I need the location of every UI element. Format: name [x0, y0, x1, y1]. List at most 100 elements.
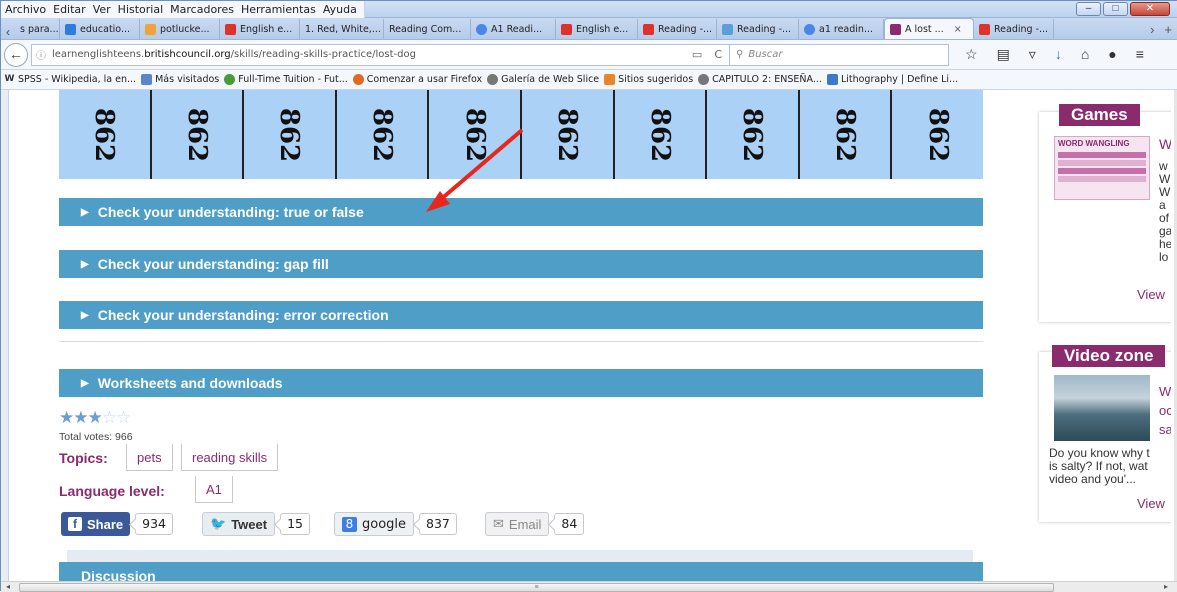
total-votes: Total votes: 966 — [59, 431, 133, 443]
download-icon[interactable]: ↓ — [1055, 46, 1062, 63]
tab-favicon-icon — [65, 23, 76, 35]
star-empty-icon[interactable]: ☆ — [116, 408, 131, 427]
tab-label: Reading Com... — [389, 23, 462, 35]
maximize-button[interactable]: □ — [1103, 2, 1128, 16]
bookmark-star-icon[interactable]: ☆ — [965, 46, 978, 63]
thumbnail-bar — [1058, 176, 1146, 182]
word-wangling-thumbnail[interactable]: WORD WANGLING — [1054, 136, 1150, 200]
video-snippet-link[interactable]: W oc sa — [1159, 382, 1171, 439]
star-icon[interactable]: ★ — [88, 408, 103, 427]
menu-ayuda[interactable]: Ayuda — [323, 3, 357, 16]
games-snippet-link[interactable]: W — [1159, 137, 1171, 151]
bookmark-mas-visitados[interactable]: Más visitados — [141, 74, 219, 85]
tab-4[interactable]: English e... — [220, 19, 300, 39]
facebook-share[interactable]: f Share 934 — [61, 512, 173, 536]
menu-icon[interactable]: ≡ — [1136, 46, 1144, 63]
tab-close-icon[interactable]: × — [954, 24, 962, 35]
scroll-right-arrow-icon[interactable]: ▸ — [1164, 582, 1168, 591]
tab-scroll-left-icon[interactable]: ‹ — [1, 25, 15, 39]
accordion-error-correction[interactable]: ▶ Check your understanding: error correct… — [59, 301, 983, 329]
tab-9[interactable]: Reading -... — [638, 19, 717, 39]
star-icon[interactable]: ★ — [73, 408, 88, 427]
topic-reading-skills[interactable]: reading skills — [181, 444, 279, 471]
globe-icon — [698, 74, 710, 85]
tab-favicon-icon — [979, 23, 990, 35]
bookmark-full-time-tuition[interactable]: Full-Time Tuition - Fut... — [224, 74, 348, 85]
tab-10[interactable]: Reading -... — [717, 19, 799, 39]
reader-view-icon[interactable]: ▭ — [692, 48, 702, 61]
menu-herramientas[interactable]: Herramientas — [241, 3, 316, 16]
menu-editar[interactable]: Editar — [53, 3, 86, 16]
star-empty-icon[interactable]: ☆ — [102, 408, 117, 427]
menu-marcadores[interactable]: Marcadores — [170, 3, 234, 16]
language-level-a1[interactable]: A1 — [195, 476, 233, 503]
bookmark-firefox[interactable]: Comenzar a usar Firefox — [352, 74, 482, 85]
bookmark-spss[interactable]: W SPSS - Wikipedia, la en... — [4, 74, 137, 85]
google-share[interactable]: 8 google 837 — [334, 512, 457, 536]
horizontal-scrollbar[interactable]: ◂ ≡ ▸ — [1, 581, 1177, 592]
share-label: Tweet — [231, 516, 268, 532]
tab-13[interactable]: Reading -... — [974, 19, 1054, 39]
tab-3[interactable]: potlucke... — [140, 19, 220, 39]
tab-label: A1 Readi... — [491, 23, 543, 35]
red-arrow-icon — [426, 128, 524, 212]
bookmark-label: Lithography | Define Li... — [840, 74, 959, 85]
minimize-button[interactable]: – — [1076, 2, 1101, 16]
chat-icon[interactable]: ● — [1108, 46, 1116, 63]
tab-1[interactable]: s para... — [15, 19, 60, 39]
back-button[interactable]: ← — [4, 42, 28, 67]
menu-archivo[interactable]: Archivo — [5, 3, 46, 16]
menu-ver[interactable]: Ver — [93, 3, 111, 16]
tweet-button[interactable]: 🐦 Tweet — [202, 512, 276, 536]
tab-active-lost-dog[interactable]: A lost ... × — [884, 18, 974, 39]
bookmark-sitios-sugeridos[interactable]: Sitios sugeridos — [604, 74, 693, 85]
window-controls: – □ ✕ — [1076, 2, 1170, 16]
tab-label: A lost ... — [905, 23, 944, 35]
tab-2[interactable]: educatio... — [60, 19, 140, 39]
tab-5[interactable]: 1. Red, White,... — [300, 19, 384, 39]
bookmark-lithography[interactable]: Lithography | Define Li... — [826, 74, 959, 85]
expand-triangle-icon: ▶ — [81, 377, 89, 389]
search-placeholder: Buscar — [748, 49, 783, 60]
tab-7[interactable]: A1 Readi... — [471, 19, 556, 39]
star-icon[interactable]: ★ — [59, 408, 74, 427]
search-input[interactable]: ⚲ Buscar — [729, 43, 949, 66]
star-rating[interactable]: ★★★☆☆ — [59, 408, 131, 428]
reload-icon[interactable]: C — [714, 48, 722, 61]
info-icon[interactable]: ⓘ — [36, 47, 46, 62]
bookmark-web-slice[interactable]: Galería de Web Slice — [487, 74, 599, 85]
pocket-icon[interactable]: ▿ — [1029, 46, 1036, 63]
google-share-button[interactable]: 8 google — [334, 512, 415, 536]
share-label: google — [362, 516, 407, 532]
email-share-button[interactable]: ✉ Email — [485, 512, 550, 536]
thumbnail-bar — [1058, 168, 1146, 174]
tab-label: a1 readin... — [819, 23, 873, 35]
bookmarks-menu-icon[interactable]: ▤ — [997, 46, 1010, 63]
games-view-link[interactable]: View — [1137, 287, 1165, 302]
scroll-left-arrow-icon[interactable]: ◂ — [6, 582, 10, 591]
address-bar[interactable]: ⓘ learnenglishteens. britishcouncil.org/s… — [31, 43, 731, 66]
close-window-button[interactable]: ✕ — [1130, 2, 1170, 16]
bookmark-capitulo-2[interactable]: CAPITULO 2: ENSEÑA... — [698, 74, 822, 85]
video-thumbnail[interactable] — [1054, 375, 1150, 441]
accordion-gap-fill[interactable]: ▶ Check your understanding: gap fill — [59, 250, 983, 278]
tab-6[interactable]: Reading Com... — [384, 19, 471, 39]
facebook-share-button[interactable]: f Share — [61, 512, 131, 536]
menu-historial[interactable]: Historial — [118, 3, 163, 16]
snippet-line: oc — [1159, 403, 1171, 418]
leaf-icon — [224, 74, 236, 85]
wikipedia-icon: W — [4, 74, 15, 84]
video-view-link[interactable]: View — [1137, 496, 1165, 511]
discussion-header[interactable]: Discussion — [59, 562, 983, 581]
accordion-worksheets[interactable]: ▶ Worksheets and downloads — [59, 369, 983, 397]
tab-scroll-right-icon[interactable]: › — [1150, 22, 1154, 37]
email-count: 84 — [554, 513, 585, 535]
thumbnail-bar — [1058, 160, 1146, 166]
twitter-share[interactable]: 🐦 Tweet 15 — [202, 512, 310, 536]
email-share[interactable]: ✉ Email 84 — [485, 512, 585, 536]
topic-pets[interactable]: pets — [126, 444, 173, 471]
tab-11[interactable]: a1 readin... — [799, 19, 884, 39]
new-tab-icon[interactable]: + — [1164, 22, 1172, 37]
home-icon[interactable]: ⌂ — [1081, 46, 1089, 63]
tab-8[interactable]: English e... — [556, 19, 638, 39]
